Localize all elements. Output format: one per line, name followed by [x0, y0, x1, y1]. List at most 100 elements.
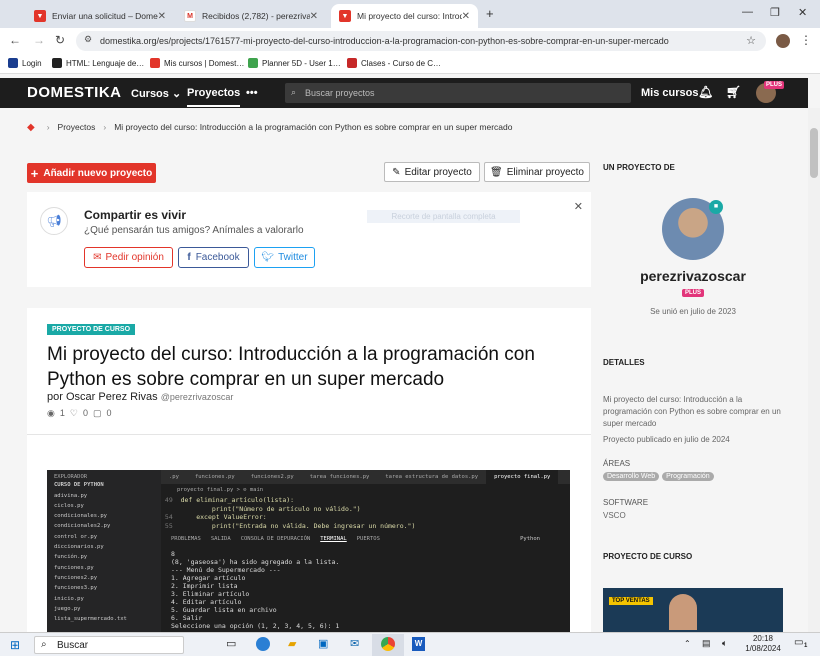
tab-label: Mi proyecto del curso: Introduc… — [357, 11, 462, 21]
details-heading: DETALLES — [603, 358, 645, 367]
site-info-icon[interactable]: ⚙ — [84, 34, 92, 45]
eye-icon: ◉ — [47, 408, 55, 418]
course-card[interactable]: TOP VENTAS — [603, 588, 783, 632]
ask-opinion-button[interactable]: ✉ Pedir opinión — [84, 247, 173, 268]
nav-mis-cursos[interactable]: Mis cursos — [641, 87, 698, 99]
forward-icon[interactable]: → — [33, 33, 45, 47]
new-tab-button[interactable]: + — [486, 6, 494, 21]
close-icon[interactable]: ✕ — [462, 11, 470, 22]
terminal-line: 8 — [171, 550, 175, 558]
facebook-icon: f — [187, 252, 191, 263]
address-field[interactable]: ⚙ domestika.org/es/projects/1761577-mi-p… — [76, 31, 766, 51]
store-icon[interactable]: ▣ — [318, 637, 328, 650]
chrome-icon[interactable] — [381, 637, 395, 651]
site-header: DOMESTIKA Cursos ⌄ Proyectos ••• ⌕ Busca… — [0, 78, 808, 108]
author-name[interactable]: Oscar Perez Rivas — [66, 391, 158, 403]
share-subtitle: ¿Qué pensarán tus amigos? Anímales a val… — [84, 225, 304, 236]
bookmark-star-icon[interactable]: ☆ — [746, 34, 756, 47]
bookmark-icon — [150, 58, 160, 68]
course-project-badge[interactable]: PROYECTO DE CURSO — [47, 324, 136, 335]
explorer-file: lista_supermercado.txt — [54, 616, 127, 623]
joined-date: Se unió en julio de 2023 — [650, 307, 736, 316]
profile-username[interactable]: perezrivazoscar — [603, 268, 783, 284]
back-icon[interactable]: ← — [9, 33, 21, 47]
cart-icon[interactable]: 🛒︎ — [726, 85, 741, 99]
comment-icon[interactable]: ▢ — [93, 408, 102, 419]
explorer-file: control or.py — [54, 533, 98, 540]
window-close-icon[interactable]: ✕ — [798, 6, 807, 19]
editor-tab: funciones.py — [194, 474, 235, 480]
author-handle[interactable]: @perezrivazoscar — [161, 392, 234, 402]
project-title: Mi proyecto del curso: Introducción a la… — [47, 342, 535, 392]
nav-proyectos[interactable]: Proyectos — [187, 87, 241, 107]
maximize-icon[interactable]: ❐ — [770, 6, 780, 19]
editor-breadcrumb: proyecto final.py > ⊙ main — [177, 487, 264, 493]
sidebar-heading: UN PROYECTO DE — [603, 163, 675, 172]
domestika-logo[interactable]: DOMESTIKA — [27, 84, 122, 101]
nav-cursos[interactable]: Cursos ⌄ — [131, 87, 181, 100]
tab-label: Enviar una solicitud – Domestika — [52, 11, 158, 21]
area-tag[interactable]: Programación — [662, 472, 714, 481]
software-heading: SOFTWARE — [603, 498, 649, 507]
task-view-icon[interactable]: ▭ — [226, 637, 236, 650]
windows-taskbar: ⊞ ⌕ Buscar ▭ ▰ ▣ ✉ W ⌃ ▤ 🔈︎ 20:18 1/08/2… — [0, 632, 820, 656]
code-line: 49 def eliminar_artículo(lista): — [161, 496, 570, 505]
home-icon[interactable]: ◆ — [27, 122, 35, 133]
terminal-line: 5. Guardar lista en archivo — [171, 606, 277, 614]
bookmark-item[interactable]: Planner 5D - User 1… — [248, 58, 341, 68]
taskbar-clock[interactable]: 20:18 1/08/2024 — [740, 634, 786, 654]
bookmark-item[interactable]: Mis cursos | Domest… — [150, 58, 244, 68]
bell-icon[interactable]: 🔔︎ — [698, 85, 713, 99]
taskbar-search[interactable]: ⌕ Buscar — [34, 636, 184, 654]
bookmarks-bar: Login HTML: Lenguaje de… Mis cursos | Do… — [0, 54, 820, 74]
search-icon: ⌕ — [41, 639, 47, 650]
code-text: print("Número de artículo no válido.") — [180, 504, 361, 513]
facebook-button[interactable]: f Facebook — [178, 247, 249, 268]
bookmark-label: Mis cursos | Domest… — [164, 58, 245, 68]
close-icon[interactable]: ✕ — [310, 11, 318, 22]
twitter-button[interactable]: 🐦︎ Twitter — [254, 247, 315, 268]
bookmark-item[interactable]: HTML: Lenguaje de… — [52, 58, 144, 68]
browser-tab[interactable]: M Recibidos (2,782) - perezrivazo… ✕ — [176, 4, 326, 28]
delete-project-button[interactable]: 🗑︎ Eliminar proyecto — [484, 162, 590, 182]
windows-start-icon[interactable]: ⊞ — [10, 638, 20, 652]
explorer-file: funciones.py — [54, 564, 94, 571]
bookmark-item[interactable]: Login — [8, 58, 42, 68]
author-prefix: por — [47, 391, 63, 403]
menu-kebab-icon[interactable]: ⋮ — [800, 33, 812, 47]
bookmark-item[interactable]: Clases - Curso de C… — [347, 58, 441, 68]
search-input[interactable]: ⌕ Buscar proyectos — [285, 83, 631, 103]
line-number — [161, 505, 181, 513]
browser-tab-strip: ▼ Enviar una solicitud – Domestika ✕ M R… — [0, 0, 820, 28]
minimize-icon[interactable]: — — [742, 6, 753, 18]
browser-tab[interactable]: ▼ Enviar una solicitud – Domestika ✕ — [26, 4, 174, 28]
bookmark-label: Login — [22, 58, 42, 68]
area-tag[interactable]: Desarrollo Web — [603, 472, 660, 481]
page-scrollbar[interactable] — [808, 108, 820, 632]
editor-tab: .py — [169, 474, 179, 480]
volume-icon[interactable]: 🔈︎ — [722, 638, 727, 649]
mail-app-icon[interactable]: ✉ — [350, 637, 359, 650]
tray-chevron-icon[interactable]: ⌃ — [684, 639, 691, 648]
network-icon[interactable]: ▤ — [702, 638, 711, 649]
scroll-thumb[interactable] — [810, 128, 818, 178]
breadcrumb-proyectos[interactable]: Proyectos — [58, 122, 96, 132]
code-line: 54 except ValueError: — [161, 513, 570, 522]
browser-tab-active[interactable]: ▼ Mi proyecto del curso: Introduc… ✕ — [331, 4, 478, 28]
profile-avatar[interactable] — [776, 34, 790, 48]
notification-icon[interactable]: ▭ — [794, 637, 803, 648]
edit-project-button[interactable]: ✎ Editar proyecto — [384, 162, 480, 182]
reload-icon[interactable]: ↻ — [55, 33, 65, 47]
editor-tabs: .py funciones.py funciones2.py tarea funcio… — [161, 470, 570, 484]
taskbar-search-label: Buscar — [57, 639, 89, 651]
twitter-label: Twitter — [278, 252, 308, 263]
explorer-icon[interactable]: ▰ — [288, 637, 296, 650]
close-icon[interactable]: ✕ — [574, 200, 583, 213]
word-icon[interactable]: W — [412, 637, 425, 651]
close-icon[interactable]: ✕ — [158, 11, 166, 22]
more-menu-icon[interactable]: ••• — [246, 87, 258, 99]
add-project-button[interactable]: + Añadir nuevo proyecto — [27, 163, 156, 183]
edge-icon[interactable] — [256, 637, 270, 651]
heart-icon[interactable]: ♡ — [70, 408, 78, 419]
twitter-icon: 🐦︎ — [261, 252, 275, 263]
